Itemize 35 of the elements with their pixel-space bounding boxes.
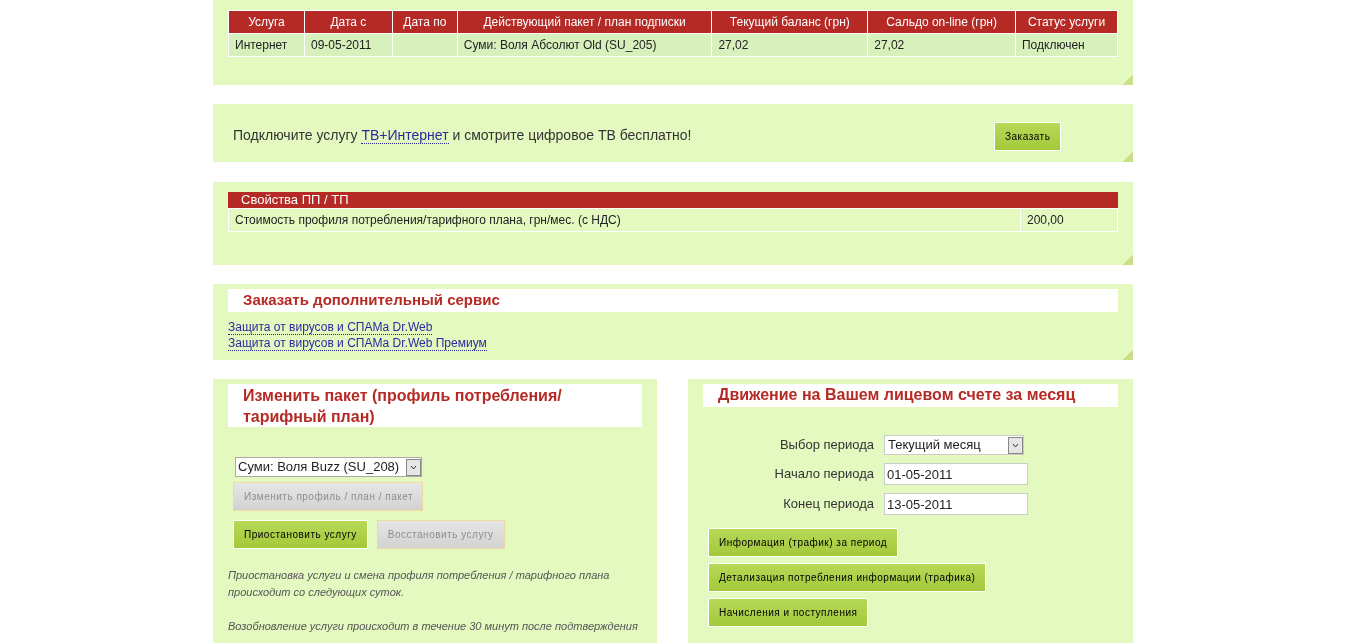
table-cell: 27,02 [711,33,868,57]
service-link[interactable]: ТВ+Интернет [361,127,449,144]
column-header: Действующий пакет / план подписки [457,10,712,34]
plan-select[interactable]: Суми: Воля Buzz (SU_208) [235,457,422,477]
column-header: Сальдо on-line (грн) [867,10,1016,34]
note-text: Возобновление услуги происходит в течение 30 минут после подтверждения [228,619,639,634]
order-button[interactable]: Заказать [994,122,1062,151]
column-header: Дата по [392,10,458,34]
action-button[interactable]: Приостановить услугу [233,520,368,549]
table-cell: Интернет [228,33,305,57]
date-field[interactable]: 13-05-2011 [884,493,1028,515]
action-button[interactable]: Детализация потребления информации (трафика) [708,563,987,592]
section-title: Движение на Вашем лицевом счете за месяц [703,384,1118,407]
section-title: Изменить пакет (профиль потребления/ тарифный план) [228,384,642,427]
table-cell: 27,02 [867,33,1016,57]
field-label: Конец периода [782,495,874,514]
section-header: Свойства ПП / ТП [228,192,1118,208]
action-button[interactable]: Начисления и поступления [708,598,869,627]
table-cell: 200,00 [1020,208,1118,232]
table-cell: Стоимость профиля потребления/тарифного плана, грн/мес. (с НДС) [228,208,1021,232]
column-header: Текущий баланс (грн) [711,10,868,34]
action-button[interactable]: Информация (трафик) за период [708,528,899,557]
promo-text: Подключите услугу ТВ+Интернет и смотрите цифровое ТВ бесплатно! [233,126,693,146]
column-header: Услуга [228,10,305,34]
service-link[interactable]: Защита от вирусов и СПАМа Dr.Web Премиум [228,336,487,351]
field-label: Начало периода [773,465,874,484]
section-title: Заказать дополнительный сервис [228,289,1118,312]
field-label: Выбор периода [778,436,874,455]
column-header: Дата с [304,10,393,34]
service-link[interactable]: Защита от вирусов и СПАМа Dr.Web [228,320,433,335]
note-text: Приостановка услуги и смена профиля потребления / тарифного плана происходит со следующих суток. [228,568,611,600]
period-select[interactable]: Текущий месяц [884,435,1024,455]
column-header: Статус услуги [1015,10,1118,34]
date-field[interactable]: 01-05-2011 [884,463,1028,485]
table-cell: Суми: Воля Абсолют Old (SU_205) [457,33,712,57]
